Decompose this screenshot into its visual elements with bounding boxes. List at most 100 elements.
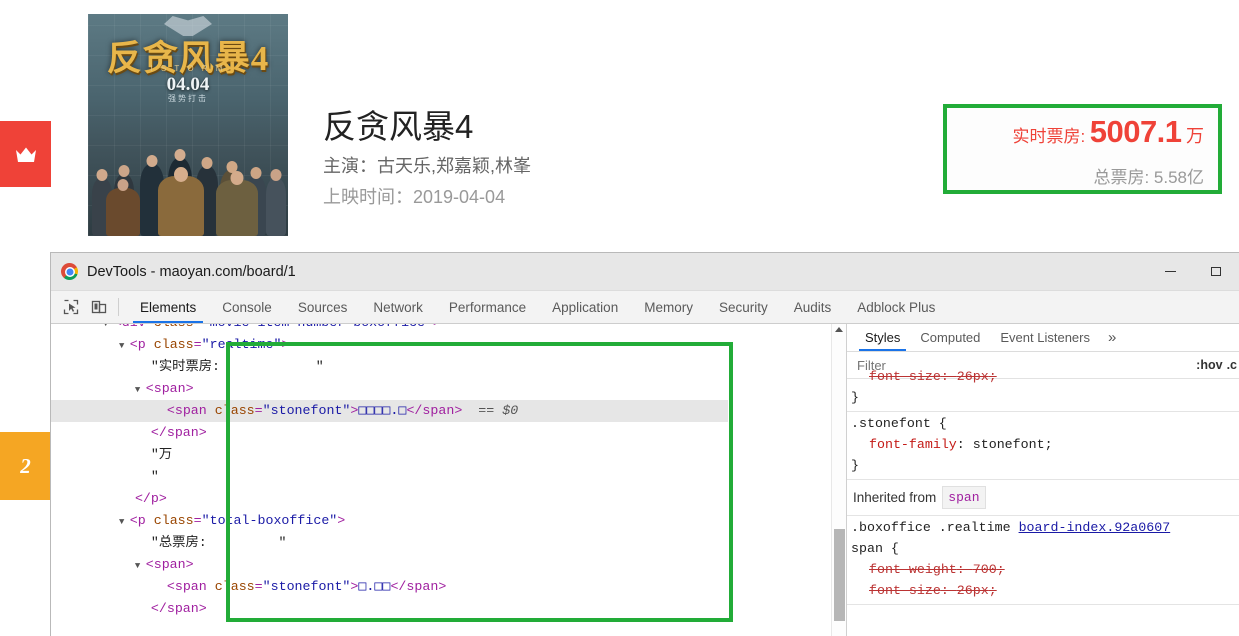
styles-tab-event-listeners[interactable]: Event Listeners [990, 324, 1100, 351]
dom-token-val: "stonefont" [262, 403, 351, 418]
dom-token-tag: <div [114, 324, 154, 330]
dom-token-tag: </span> [406, 403, 463, 418]
dom-indent [103, 425, 135, 440]
css-rule-close-brace: } [851, 458, 859, 473]
css-colon: : [940, 369, 957, 384]
device-toolbar-button[interactable] [85, 291, 113, 323]
dom-token-tag: = [254, 579, 263, 594]
total-boxoffice: 总票房: 5.58亿 [1093, 168, 1204, 187]
expand-triangle-icon[interactable]: ▼ [135, 561, 146, 571]
css-declaration[interactable]: font-size: 26px; [851, 580, 1239, 601]
tab-security[interactable]: Security [706, 291, 781, 323]
more-panels-icon[interactable]: » [1100, 324, 1124, 351]
css-colon: : [956, 562, 973, 577]
dom-spacer [135, 447, 151, 462]
inherited-from-element[interactable]: span [942, 486, 986, 509]
element-classes-button[interactable]: .c [1227, 358, 1239, 372]
tab-audits[interactable]: Audits [781, 291, 845, 323]
dom-tree-line[interactable]: ▼ <p class="total-boxoffice"> [51, 510, 728, 532]
dom-tree-line[interactable]: ▼ <span> [51, 378, 728, 400]
rank-badge: 2 [0, 432, 51, 500]
css-property-value[interactable]: stonefont [973, 437, 1045, 452]
css-property-name[interactable]: font-size [869, 583, 941, 598]
expand-triangle-icon[interactable]: ▼ [103, 324, 114, 329]
dom-tree-line[interactable]: ••• <span class="stonefont">□□□□.□</span… [51, 400, 728, 422]
css-declaration[interactable]: font-weight: 700; [851, 559, 1239, 580]
tab-network[interactable]: Network [360, 291, 436, 323]
tab-memory[interactable]: Memory [631, 291, 706, 323]
dom-tree-line[interactable]: </span> [51, 598, 728, 620]
expand-triangle-icon[interactable]: ▼ [119, 341, 130, 351]
scroll-up-arrow-icon[interactable] [835, 327, 843, 332]
dom-indent [103, 447, 135, 462]
css-property-value[interactable]: 26px [957, 369, 989, 384]
realtime-unit: 万 [1186, 126, 1204, 146]
tab-application[interactable]: Application [539, 291, 631, 323]
dom-tree-line[interactable]: ▼ <div class="movie-item-number boxoffic… [51, 324, 728, 334]
dom-tree-line[interactable]: "总票房: " [51, 532, 728, 554]
css-rule-close-brace: } [851, 390, 859, 405]
movie-poster[interactable]: 反贪风暴4 I S T O R M 04.04 强势打击 [88, 14, 288, 236]
css-rules-list[interactable]: font-size: 26px;} .stonefont {font-family… [847, 365, 1239, 605]
css-selector[interactable]: .boxoffice .realtime [851, 520, 1019, 535]
dom-token-tofu: □□□□.□ [358, 403, 407, 418]
scrollbar-thumb[interactable] [834, 529, 845, 621]
css-property-name[interactable]: font-family [869, 437, 957, 452]
tab-sources[interactable]: Sources [285, 291, 361, 323]
tab-performance[interactable]: Performance [436, 291, 539, 323]
css-colon: : [956, 437, 973, 452]
dom-token-tag: </p> [134, 491, 167, 506]
dom-tree-line[interactable]: ▼ <span> [51, 554, 728, 576]
dom-token-tag: </span> [150, 601, 207, 616]
dom-indent [103, 337, 119, 352]
css-rule-inherited[interactable]: .boxoffice .realtime board-index.92a0607… [847, 516, 1239, 605]
hover-state-button[interactable]: :hov [1192, 358, 1226, 372]
tab-adblock-plus[interactable]: Adblock Plus [844, 291, 948, 323]
boxoffice-panel: 实时票房: 5007.1 万 总票房: 5.58亿 [943, 104, 1222, 194]
dom-token-tag: <span> [145, 381, 194, 396]
poster-cast-figures [88, 86, 288, 236]
dom-token-val: "stonefont" [262, 579, 351, 594]
expand-triangle-icon[interactable]: ▼ [135, 385, 146, 395]
css-selector[interactable]: .stonefont { [851, 413, 1239, 434]
css-property-name[interactable]: font-weight [869, 562, 957, 577]
realtime-boxoffice-row: 实时票房: 5007.1 万 [947, 116, 1204, 147]
styles-tabbar: Styles Computed Event Listeners » [847, 324, 1239, 352]
tab-console[interactable]: Console [209, 291, 285, 323]
css-declaration[interactable]: font-family: stonefont; [851, 434, 1239, 455]
inherited-from-label: Inherited from [853, 490, 937, 505]
styles-tab-computed[interactable]: Computed [910, 324, 990, 351]
dom-tree-line[interactable]: " [51, 466, 728, 488]
dom-tree-line[interactable]: "万 [51, 444, 728, 466]
dom-tree-line[interactable]: </p> [51, 488, 728, 510]
styles-pane: StylesComputedEvent Listeners » :hov .c … [846, 324, 1239, 636]
devtools-titlebar[interactable]: DevTools - maoyan.com/board/1 [51, 253, 1239, 291]
dom-tree-pane[interactable]: ▼ <div class="movie-item-number boxoffic… [51, 324, 846, 636]
dom-token-tag: <p [129, 337, 154, 352]
movie-cast: 主演：古天乐,郑嘉颖,林峯 [323, 156, 532, 176]
css-property-value[interactable]: 700 [973, 562, 997, 577]
dom-indent [103, 359, 135, 374]
stylesheet-source-link[interactable]: board-index.92a0607 [1019, 520, 1171, 535]
expand-triangle-icon[interactable]: ▼ [119, 517, 130, 527]
poster-subtitle-art: I S T O R M [150, 64, 226, 73]
dom-tree-line[interactable]: <span class="stonefont">□.□□</span> [51, 576, 728, 598]
devtools-tabbar: Elements Console Sources Network Performance… [51, 291, 1239, 324]
dom-tree-scrollbar[interactable] [831, 324, 846, 636]
css-property-name[interactable]: font-size [869, 369, 941, 384]
dom-token-tag: </span> [390, 579, 447, 594]
dom-token-txt: "万 [150, 447, 173, 462]
dom-indent [103, 557, 135, 572]
styles-tab-styles[interactable]: Styles [855, 324, 910, 351]
dom-tree-line[interactable]: "实时票房: " [51, 356, 728, 378]
maximize-button[interactable] [1193, 253, 1239, 290]
minimize-button[interactable] [1147, 253, 1193, 290]
dom-tree-line[interactable]: </span> [51, 422, 728, 444]
inspect-element-button[interactable] [57, 291, 85, 323]
css-property-value[interactable]: 26px [957, 583, 989, 598]
dom-tree-line[interactable]: ▼ <p class="realtime"> [51, 334, 728, 356]
tab-elements[interactable]: Elements [127, 291, 209, 323]
css-rule[interactable]: .stonefont {font-family: stonefont;} [847, 412, 1239, 480]
dom-tree[interactable]: ▼ <div class="movie-item-number boxoffic… [51, 324, 728, 624]
dom-token-tag: </span> [150, 425, 207, 440]
